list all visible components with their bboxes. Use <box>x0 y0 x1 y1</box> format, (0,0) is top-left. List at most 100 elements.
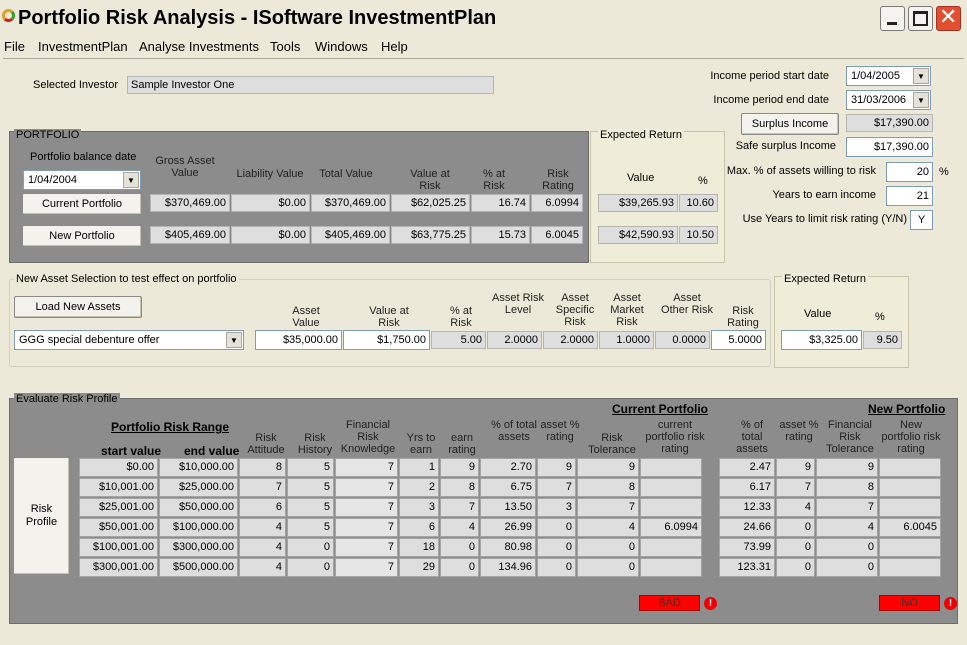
current-portfolio-button[interactable]: Current Portfolio <box>22 193 142 215</box>
risk-cell-attitude: 8 <box>239 458 286 477</box>
current-status-badge: BAD <box>639 595 700 611</box>
menu-help[interactable]: Help <box>381 39 408 54</box>
risk-cell-earn: 7 <box>440 498 479 517</box>
new-total: $405,469.00 <box>311 226 390 244</box>
risk-cell-attitude: 7 <box>239 478 286 497</box>
header-risk-rating: Risk Rating <box>542 168 574 192</box>
safe-surplus-field[interactable]: $17,390.00 <box>846 137 933 157</box>
header-asset-pct: % at Risk <box>449 305 472 329</box>
risk-cell-knowledge: 7 <box>335 498 398 517</box>
header-current-rating: current portfolio risk rating <box>645 419 705 455</box>
header-gross-value: Gross Asset Value <box>155 155 215 179</box>
risk-cell-asset-pct: 9 <box>537 458 576 477</box>
asset-expected-panel <box>774 276 909 368</box>
asset-select[interactable]: GGG special debenture offer ▼ <box>14 330 244 350</box>
new-asset-legend: New Asset Selection to test effect on po… <box>14 273 239 285</box>
balance-date-select[interactable]: 1/04/2004 ▼ <box>23 170 141 190</box>
asset-expected-value[interactable]: $3,325.00 <box>781 330 862 350</box>
close-icon[interactable]: ✕ <box>936 5 961 31</box>
expected-return-legend: Expected Return <box>598 129 684 141</box>
load-new-assets-button[interactable]: Load New Assets <box>14 296 142 318</box>
years-earn-field[interactable]: 21 <box>886 186 933 206</box>
new-liability: $0.00 <box>231 226 310 244</box>
new-portfolio-button[interactable]: New Portfolio <box>22 225 142 247</box>
chevron-down-icon[interactable]: ▼ <box>123 172 139 188</box>
risk-cell-pct-total: 6.75 <box>480 478 536 497</box>
risk-cell-new-tolerance: 0 <box>816 538 878 557</box>
risk-cell-new-pct-total: 12.33 <box>719 498 775 517</box>
surplus-income-button[interactable]: Surplus Income <box>741 113 839 135</box>
risk-cell-new-rating <box>879 538 941 557</box>
risk-cell-earn: 0 <box>440 558 479 577</box>
risk-cell-history: 5 <box>287 458 334 477</box>
asset-var-field[interactable]: $1,750.00 <box>343 330 430 350</box>
header-asset-market: Asset Market Risk <box>610 292 644 328</box>
maximize-icon[interactable] <box>908 6 933 31</box>
risk-cell-new-tolerance: 7 <box>816 498 878 517</box>
risk-cell-new-rating <box>879 498 941 517</box>
risk-cell-knowledge: 7 <box>335 478 398 497</box>
risk-cell-knowledge: 7 <box>335 458 398 477</box>
asset-specific-value: 2.0000 <box>543 331 598 349</box>
header-asset-value: Asset Value <box>292 305 320 329</box>
title-bar: Portfolio Risk Analysis - ISoftware Inve… <box>0 0 967 35</box>
income-end-label: Income period end date <box>713 94 829 106</box>
risk-cell-attitude: 4 <box>239 538 286 557</box>
menu-investmentplan[interactable]: InvestmentPlan <box>38 39 128 54</box>
risk-cell-new-asset-pct: 0 <box>776 538 815 557</box>
income-end-date[interactable]: 31/03/2006 ▼ <box>846 90 931 110</box>
menu-bar: File InvestmentPlan Analyse Investments … <box>0 36 967 56</box>
expected-current-pct: 10.60 <box>679 194 718 212</box>
risk-cell-current-rating: 6.0994 <box>640 518 702 537</box>
header-earn-rating: earn rating <box>448 432 476 456</box>
risk-cell-tolerance: 0 <box>577 558 639 577</box>
risk-cell-new-pct-total: 73.99 <box>719 538 775 557</box>
risk-cell-history: 0 <box>287 538 334 557</box>
risk-profile-button[interactable]: Risk Profile <box>13 457 70 575</box>
use-years-field[interactable]: Y <box>910 210 933 230</box>
chevron-down-icon[interactable]: ▼ <box>913 92 929 108</box>
menu-tools[interactable]: Tools <box>270 39 300 54</box>
risk-cell-tolerance: 4 <box>577 518 639 537</box>
chevron-down-icon[interactable]: ▼ <box>226 332 242 348</box>
header-yrs-to-earn: Yrs to earn <box>406 432 436 456</box>
risk-cell-history: 0 <box>287 558 334 577</box>
risk-cell-asset-pct: 0 <box>537 538 576 557</box>
menu-windows[interactable]: Windows <box>315 39 368 54</box>
risk-cell-new-asset-pct: 9 <box>776 458 815 477</box>
current-gross: $370,469.00 <box>150 194 230 212</box>
surplus-income-value: $17,390.00 <box>846 114 933 132</box>
warning-icon: ! <box>704 597 717 610</box>
income-start-date[interactable]: 1/04/2005 ▼ <box>846 66 931 86</box>
income-start-label: Income period start date <box>710 70 829 82</box>
warning-icon: ! <box>944 597 957 610</box>
header-new-rating: New portfolio risk rating <box>881 419 941 455</box>
menu-analyse-investments[interactable]: Analyse Investments <box>139 39 259 54</box>
expected-new-value: $42,590.93 <box>598 226 678 244</box>
max-risk-field[interactable]: 20 <box>886 162 933 182</box>
asset-value-field[interactable]: $35,000.00 <box>255 330 342 350</box>
risk-cell-new-rating <box>879 478 941 497</box>
investor-field: Sample Investor One <box>127 76 494 94</box>
asset-expected-pct: 9.50 <box>863 331 902 349</box>
current-portfolio-title: Current Portfolio <box>612 402 708 416</box>
asset-risk-level-value: 2.0000 <box>487 331 542 349</box>
new-gross: $405,469.00 <box>150 226 230 244</box>
risk-cell-new-asset-pct: 0 <box>776 558 815 577</box>
risk-cell-current-rating <box>640 478 702 497</box>
risk-cell-end: $25,000.00 <box>159 478 238 497</box>
asset-expected-pct-label: % <box>875 311 885 323</box>
risk-cell-start: $25,001.00 <box>79 498 158 517</box>
asset-market-value: 1.0000 <box>599 331 654 349</box>
risk-cell-yrs: 3 <box>399 498 439 517</box>
risk-cell-pct-total: 2.70 <box>480 458 536 477</box>
risk-cell-start: $0.00 <box>79 458 158 477</box>
risk-cell-current-rating <box>640 458 702 477</box>
menu-file[interactable]: File <box>4 39 25 54</box>
risk-cell-tolerance: 0 <box>577 538 639 557</box>
asset-rating-field[interactable]: 5.0000 <box>711 330 766 350</box>
chevron-down-icon[interactable]: ▼ <box>913 68 929 84</box>
risk-cell-start: $10,001.00 <box>79 478 158 497</box>
minimize-icon[interactable] <box>880 6 905 31</box>
risk-cell-new-asset-pct: 4 <box>776 498 815 517</box>
